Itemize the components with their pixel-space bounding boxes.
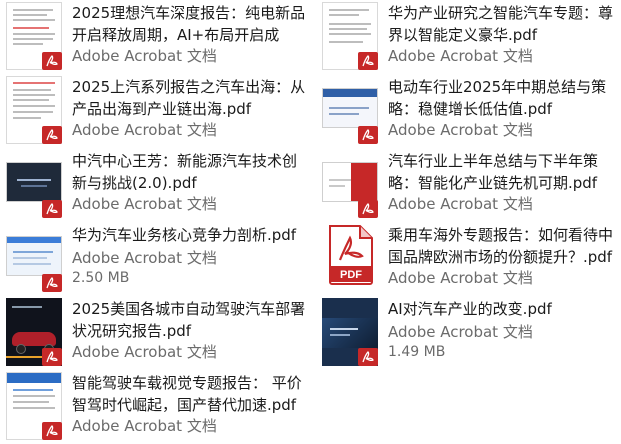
- file-thumbnail: [322, 162, 378, 202]
- file-type: Adobe Acrobat 文档: [72, 249, 217, 267]
- file-tile[interactable]: 2025美国各城市自动驾驶汽车部署状况研究报告.pdf Adobe Acroba…: [0, 296, 310, 370]
- file-name: 智能驾驶车载视觉专题报告： 平价智驾时代崛起，国产替代加速.pdf: [72, 374, 302, 414]
- file-type: Adobe Acrobat 文档: [72, 343, 217, 361]
- file-name: 华为产业研究之智能汽车专题：尊界以智能定义豪华.pdf: [388, 4, 614, 44]
- file-tile[interactable]: 汽车行业上半年总结与下半年策略：智能化产业链先机可期.pdf Adobe Acr…: [316, 148, 621, 222]
- file-name: 2025理想汽车深度报告：纯电新品开启释放周期，AI+布局开启成长...: [72, 4, 306, 44]
- pdf-badge-icon: [42, 274, 62, 292]
- file-tile[interactable]: 电动车行业2025年中期总结与策略：稳健增长低估值.pdf Adobe Acro…: [316, 74, 621, 148]
- file-tile[interactable]: 2025理想汽车深度报告：纯电新品开启释放周期，AI+布局开启成长... Ado…: [0, 0, 310, 74]
- file-name: 2025美国各城市自动驾驶汽车部署状况研究报告.pdf: [72, 300, 306, 340]
- file-tile[interactable]: 智能驾驶车载视觉专题报告： 平价智驾时代崛起，国产替代加速.pdf Adobe …: [0, 370, 310, 444]
- pdf-icon-label: PDF: [340, 269, 362, 281]
- pdf-badge-icon: [42, 348, 62, 366]
- file-type: Adobe Acrobat 文档: [72, 121, 217, 139]
- file-name: 乘用车海外专题报告：如何看待中国品牌欧洲市场的份额提升？.pdf: [388, 226, 614, 266]
- pdf-badge-icon: [358, 52, 378, 70]
- pdf-badge-icon: [42, 126, 62, 144]
- file-name: 中汽中心王芳：新能源汽车技术创新与挑战(2.0).pdf: [72, 152, 298, 192]
- file-grid: 2025理想汽车深度报告：纯电新品开启释放周期，AI+布局开启成长... Ado…: [0, 0, 621, 440]
- file-type: Adobe Acrobat 文档: [388, 195, 533, 213]
- file-tile[interactable]: 中汽中心王芳：新能源汽车技术创新与挑战(2.0).pdf Adobe Acrob…: [0, 148, 310, 222]
- pdf-badge-icon: [42, 422, 62, 440]
- file-tile[interactable]: 2025上汽系列报告之汽车出海：从产品出海到产业链出海.pdf Adobe Ac…: [0, 74, 310, 148]
- file-name: 汽车行业上半年总结与下半年策略：智能化产业链先机可期.pdf: [388, 152, 599, 192]
- pdf-badge-icon: [358, 200, 378, 218]
- pdf-badge-icon: [358, 126, 378, 144]
- file-size: 2.50 MB: [72, 270, 130, 286]
- file-tile[interactable]: PDF 乘用车海外专题报告：如何看待中国品牌欧洲市场的份额提升？.pdf Ado…: [316, 222, 621, 296]
- file-tile[interactable]: 华为产业研究之智能汽车专题：尊界以智能定义豪华.pdf Adobe Acroba…: [316, 0, 621, 74]
- file-thumbnail: [6, 162, 62, 202]
- file-type: Adobe Acrobat 文档: [388, 269, 533, 287]
- file-type: Adobe Acrobat 文档: [72, 47, 217, 65]
- file-type: Adobe Acrobat 文档: [72, 195, 217, 213]
- file-type: Adobe Acrobat 文档: [388, 323, 533, 341]
- file-name: 2025上汽系列报告之汽车出海：从产品出海到产业链出海.pdf: [72, 78, 306, 118]
- pdf-file-icon: PDF: [326, 224, 376, 286]
- file-name: AI对汽车产业的改变.pdf: [388, 300, 552, 318]
- file-name: 华为汽车业务核心竞争力剖析.pdf: [72, 226, 297, 244]
- file-tile[interactable]: 华为汽车业务核心竞争力剖析.pdf Adobe Acrobat 文档 2.50 …: [0, 222, 310, 296]
- file-tile[interactable]: AI对汽车产业的改变.pdf Adobe Acrobat 文档 1.49 MB: [316, 296, 621, 370]
- pdf-badge-icon: [42, 200, 62, 218]
- file-name: 电动车行业2025年中期总结与策略：稳健增长低估值.pdf: [388, 78, 607, 118]
- file-thumbnail: [322, 88, 378, 128]
- file-size: 1.49 MB: [388, 344, 446, 360]
- file-type: Adobe Acrobat 文档: [72, 417, 217, 435]
- file-type: Adobe Acrobat 文档: [388, 47, 533, 65]
- pdf-badge-icon: [358, 348, 378, 366]
- file-type: Adobe Acrobat 文档: [388, 121, 533, 139]
- pdf-badge-icon: [42, 52, 62, 70]
- file-thumbnail: [6, 236, 62, 276]
